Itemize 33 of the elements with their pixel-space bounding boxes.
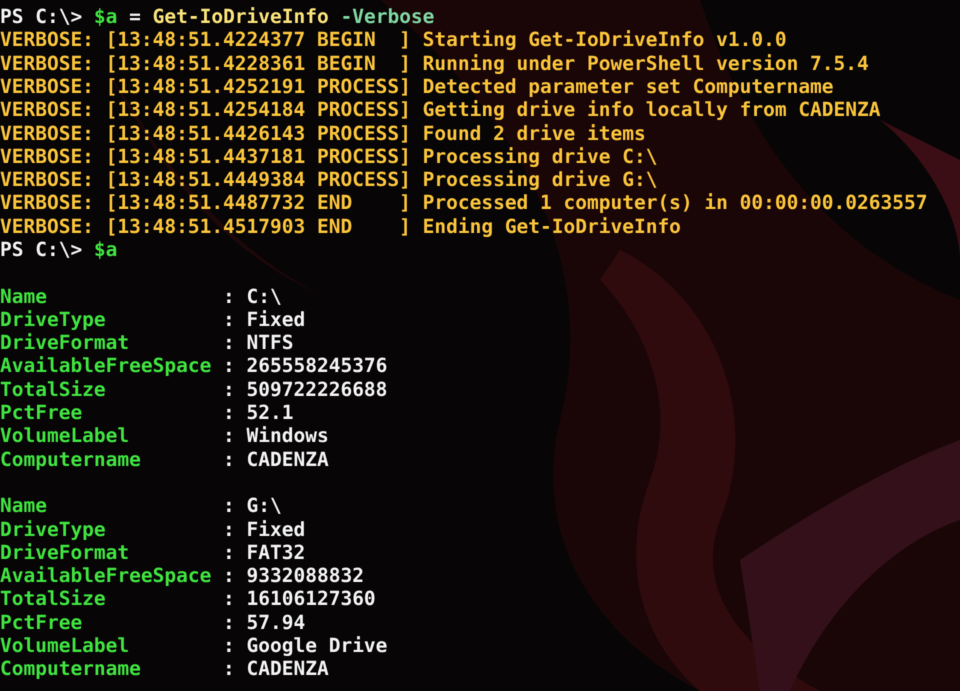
property-value: CADENZA <box>246 446 329 473</box>
property-name: DriveType <box>0 518 106 541</box>
property-value: G:\ <box>246 493 282 520</box>
property-name: TotalSize <box>0 378 106 401</box>
property-name: DriveFormat <box>0 331 130 354</box>
property-name: Computername <box>0 657 141 680</box>
verbose-message: VERBOSE: [13:48:51.4517903 END ] Ending Get-IoDriveInfo <box>0 214 681 240</box>
property-name: AvailableFreeSpace <box>0 564 212 588</box>
separator-text: : <box>223 493 235 520</box>
property-name: VolumeLabel <box>0 424 130 448</box>
property-name: TotalSize <box>0 587 106 610</box>
property-name: AvailableFreeSpace <box>0 354 212 378</box>
separator-text: : <box>223 446 235 473</box>
property-name: PctFree <box>0 610 82 634</box>
separator-text: : <box>223 610 235 636</box>
property-name: DriveType <box>0 308 106 331</box>
property-name: DriveFormat <box>0 540 130 564</box>
property-value: Windows <box>246 423 329 450</box>
verbose-message: VERBOSE: [13:48:51.4254184 PROCESS] Getting drive info locally from CADENZA <box>0 97 880 124</box>
prompt-text: PS C:\> <box>0 237 84 263</box>
property-name: VolumeLabel <box>0 634 130 658</box>
property-value: 509722226688 <box>246 376 388 403</box>
property-value: 57.94 <box>246 610 306 636</box>
variable-text: $a <box>94 237 118 263</box>
verbose-message: VERBOSE: [13:48:51.4228361 BEGIN ] Running under PowerShell version 7.5.4 <box>0 50 869 77</box>
verbose-message: VERBOSE: [13:48:51.4252191 PROCESS] Detected parameter set Computername <box>0 74 834 100</box>
property-value: 52.1 <box>246 400 294 426</box>
property-name: Name <box>0 284 47 308</box>
separator-text: : <box>223 376 235 403</box>
property-name: Name <box>0 494 47 518</box>
parameter-text: -Verbose <box>339 4 434 30</box>
property-name: PctFree <box>0 401 82 424</box>
property-name: Computername <box>0 448 141 471</box>
